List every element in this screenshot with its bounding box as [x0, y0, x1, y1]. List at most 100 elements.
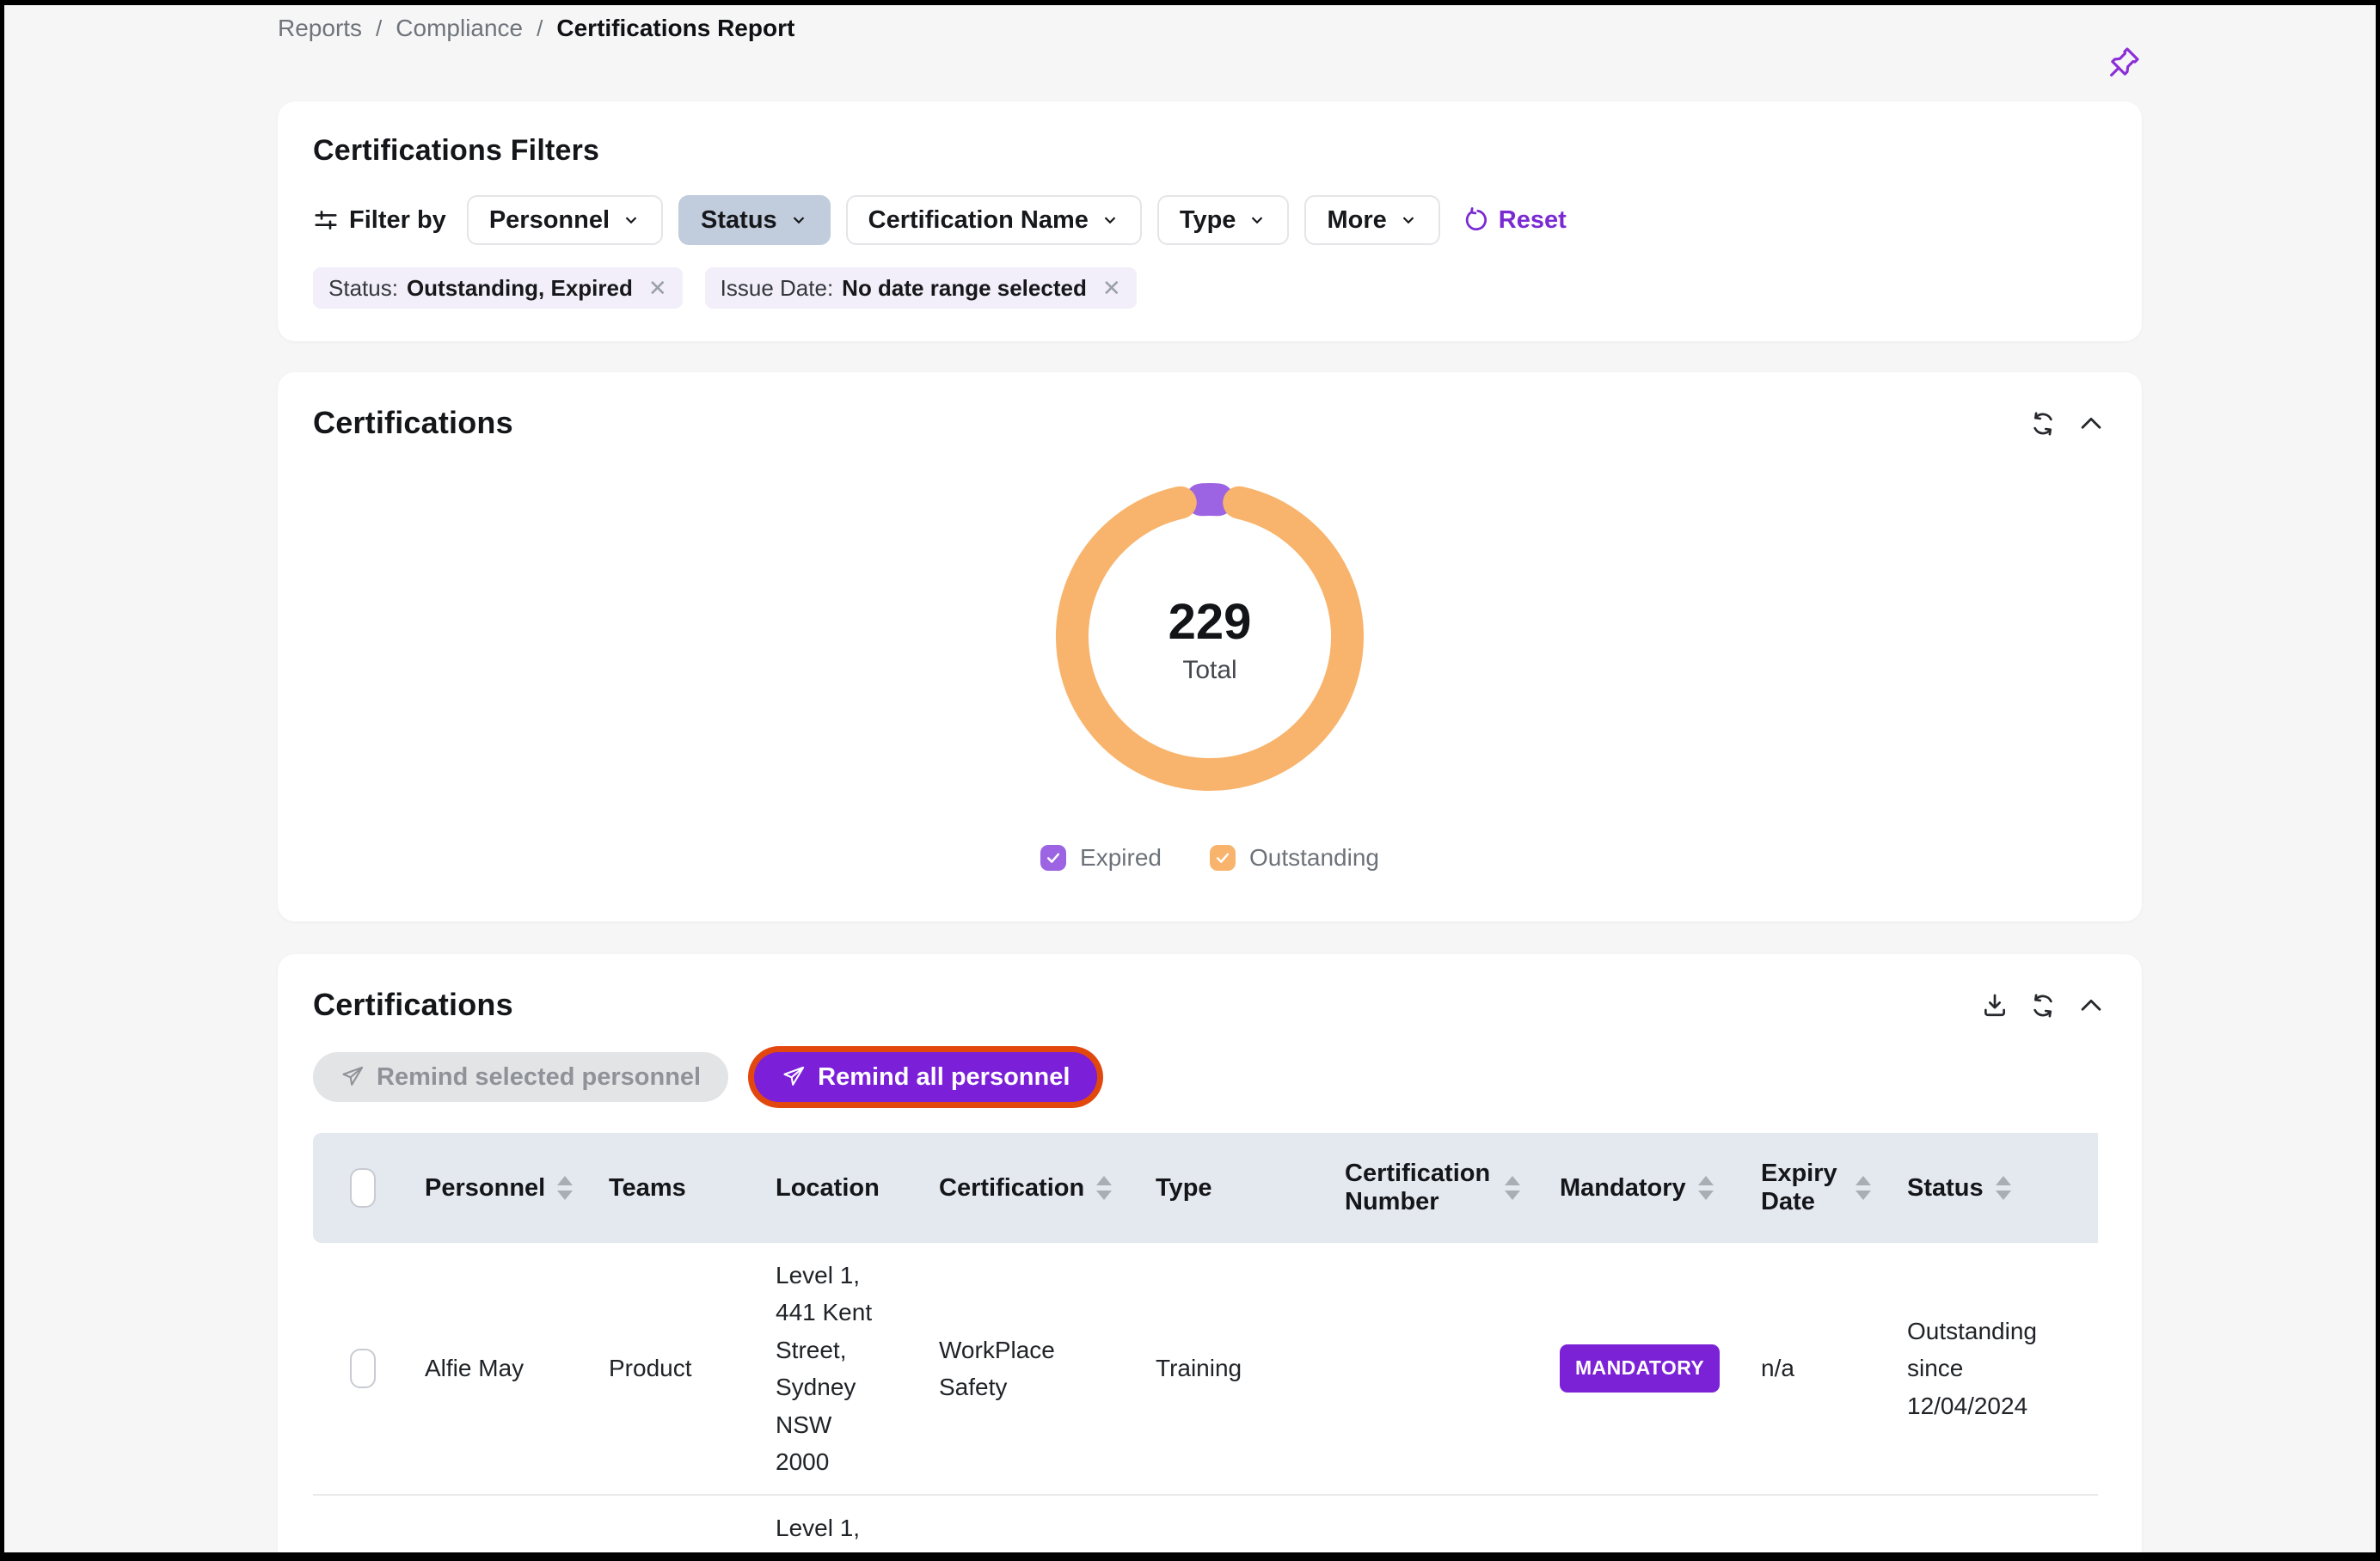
reset-icon — [1463, 207, 1488, 233]
remind-all-personnel-button[interactable]: Remind all personnel — [754, 1052, 1097, 1102]
column-header-mandatory[interactable]: Mandatory — [1548, 1133, 1749, 1243]
cell-certification-number — [1333, 1495, 1548, 1561]
breadcrumb-separator: / — [537, 15, 543, 42]
legend-item-expired: Expired — [1040, 844, 1162, 872]
pin-icon[interactable] — [2107, 45, 2142, 79]
filters-card-title: Certifications Filters — [313, 134, 2107, 168]
chevron-down-icon — [622, 211, 641, 230]
chevron-down-icon — [789, 211, 808, 230]
column-header-certification-number[interactable]: Certification Number — [1333, 1133, 1548, 1243]
cell-certification: WorkPlace Safety — [927, 1243, 1144, 1495]
check-icon — [1214, 849, 1231, 866]
column-header-clipped — [2095, 1133, 2098, 1243]
send-icon — [340, 1065, 365, 1089]
send-icon — [782, 1065, 806, 1089]
table-row: Level 1, 441 Kent Street, Sydney NSW 200… — [313, 1495, 2098, 1561]
filter-dropdown-status[interactable]: Status — [678, 195, 831, 245]
legend-checkbox-expired[interactable] — [1040, 845, 1066, 871]
cell-personnel: Alfie May — [413, 1243, 597, 1495]
legend-label: Outstanding — [1249, 844, 1379, 872]
sort-icon[interactable] — [557, 1176, 573, 1200]
chip-status: Status: Outstanding, Expired ✕ — [313, 267, 683, 309]
active-filter-chips: Status: Outstanding, Expired ✕ Issue Dat… — [313, 267, 2107, 309]
breadcrumb-reports[interactable]: Reports — [278, 15, 362, 42]
check-icon — [1045, 849, 1062, 866]
dropdown-label: Certification Name — [868, 206, 1089, 235]
column-header-certification[interactable]: Certification — [927, 1133, 1144, 1243]
table-card-title: Certifications — [313, 987, 513, 1023]
filter-by-label: Filter by — [313, 206, 446, 235]
sort-icon[interactable] — [1698, 1176, 1714, 1200]
legend-label: Expired — [1080, 844, 1162, 872]
cell-status: Outstanding since 12/04/2024 — [1895, 1243, 2095, 1495]
filter-dropdown-more[interactable]: More — [1304, 195, 1439, 245]
column-header-location: Location — [764, 1133, 927, 1243]
certifications-filters-card: Certifications Filters Filter by Personn… — [278, 101, 2142, 341]
cell-certification — [927, 1495, 1144, 1561]
collapse-icon[interactable] — [2076, 408, 2107, 439]
dropdown-label: Status — [701, 206, 777, 235]
sort-icon[interactable] — [1096, 1176, 1112, 1200]
column-header-type: Type — [1144, 1133, 1333, 1243]
collapse-icon[interactable] — [2076, 990, 2107, 1021]
filter-dropdown-certification-name[interactable]: Certification Name — [846, 195, 1142, 245]
chip-label: Status: — [328, 275, 398, 302]
filter-row: Filter by Personnel Status Certification… — [313, 195, 2107, 245]
cell-type — [1144, 1495, 1333, 1561]
select-all-checkbox[interactable] — [350, 1168, 376, 1208]
close-icon[interactable]: ✕ — [1102, 275, 1121, 302]
chevron-down-icon — [1101, 211, 1119, 230]
cell-action-clipped[interactable] — [2095, 1243, 2098, 1495]
download-icon[interactable] — [1979, 990, 2010, 1021]
row-checkbox[interactable] — [350, 1349, 376, 1388]
chip-issue-date: Issue Date: No date range selected ✕ — [705, 267, 1137, 309]
filter-dropdown-personnel[interactable]: Personnel — [467, 195, 663, 245]
cell-personnel — [413, 1495, 597, 1561]
certifications-table-card: Certifications — [278, 954, 2142, 1561]
column-header-expiry-date[interactable]: Expiry Date — [1749, 1133, 1895, 1243]
chevron-down-icon — [1248, 211, 1267, 230]
chip-label: Issue Date: — [721, 275, 834, 302]
reset-filters-button[interactable]: Reset — [1463, 206, 1567, 235]
sort-icon[interactable] — [1505, 1176, 1520, 1200]
cell-status — [1895, 1495, 2095, 1561]
cell-expiry-date — [1749, 1495, 1895, 1561]
filter-dropdown-type[interactable]: Type — [1157, 195, 1290, 245]
breadcrumb-current-page: Certifications Report — [556, 15, 794, 42]
legend-checkbox-outstanding[interactable] — [1210, 845, 1236, 871]
cell-location: Level 1, 441 Kent Street, Sydney NSW 200… — [764, 1243, 927, 1495]
column-header-personnel[interactable]: Personnel — [413, 1133, 597, 1243]
remind-selected-personnel-button[interactable]: Remind selected personnel — [313, 1052, 728, 1102]
donut-chart: 229 Total — [1038, 465, 1382, 813]
cell-mandatory — [1548, 1495, 1749, 1561]
refresh-icon[interactable] — [2027, 990, 2058, 1021]
chart-legend: Expired Outstanding — [313, 844, 2107, 872]
cell-teams: Product — [597, 1243, 764, 1495]
cell-teams — [597, 1495, 764, 1561]
dropdown-label: Personnel — [489, 206, 610, 235]
mandatory-badge: MANDATORY — [1560, 1344, 1720, 1393]
breadcrumb-compliance[interactable]: Compliance — [396, 15, 523, 42]
chip-value: Outstanding, Expired — [407, 275, 633, 302]
table-header-row: Personnel Teams Location Certification — [313, 1133, 2098, 1243]
breadcrumb: Reports / Compliance / Certifications Re… — [278, 10, 2142, 46]
chevron-down-icon — [1399, 211, 1418, 230]
donut-total-value: 229 — [1169, 593, 1252, 651]
app-window: Reports / Compliance / Certifications Re… — [0, 0, 2380, 1561]
close-icon[interactable]: ✕ — [648, 275, 667, 302]
cell-certification-number — [1333, 1243, 1548, 1495]
donut-total-label: Total — [1182, 656, 1236, 685]
chart-card-title: Certifications — [313, 405, 513, 441]
cell-type: Training — [1144, 1243, 1333, 1495]
cell-location: Level 1, 441 Kent Street, Sydney NSW 200… — [764, 1495, 927, 1561]
certifications-chart-card: Certifications 229 — [278, 372, 2142, 921]
sort-icon[interactable] — [1856, 1176, 1871, 1200]
sliders-icon — [313, 207, 339, 233]
sort-icon[interactable] — [1996, 1176, 2011, 1200]
column-header-status[interactable]: Status — [1895, 1133, 2095, 1243]
cell-mandatory: MANDATORY — [1548, 1243, 1749, 1495]
cell-action-clipped — [2095, 1495, 2098, 1561]
refresh-icon[interactable] — [2027, 408, 2058, 439]
breadcrumb-separator: / — [376, 15, 382, 42]
column-header-teams: Teams — [597, 1133, 764, 1243]
